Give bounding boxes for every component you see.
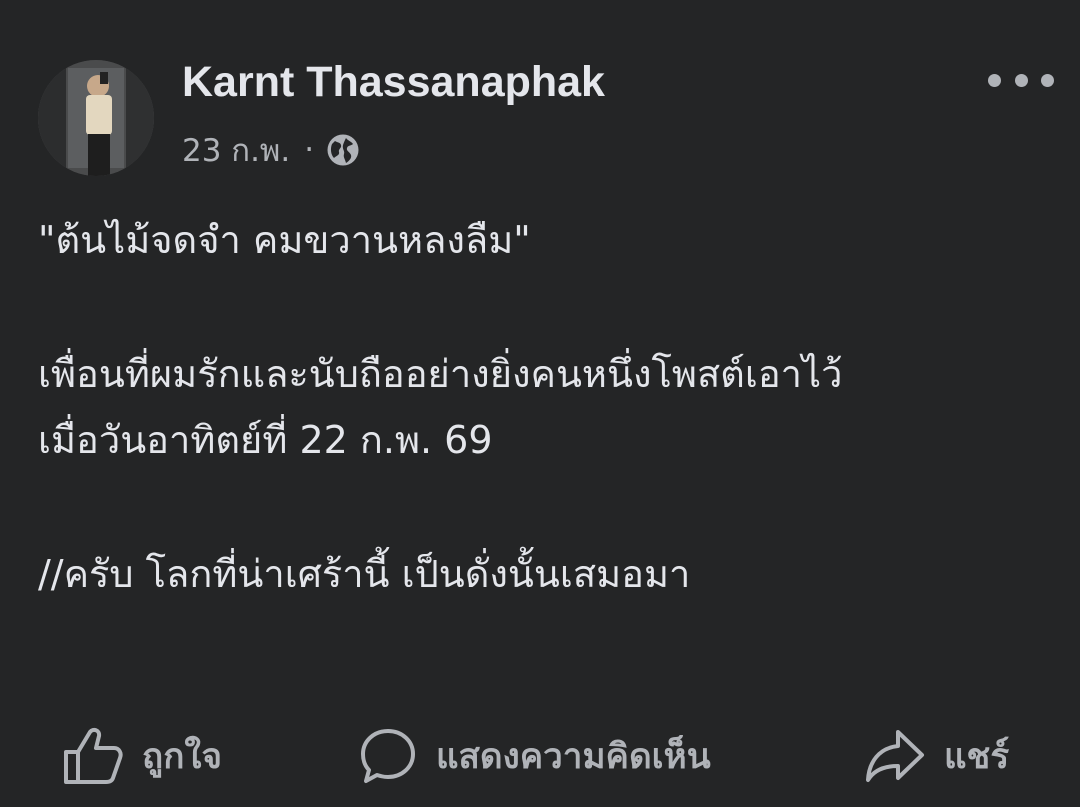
more-options-button[interactable] bbox=[988, 62, 1054, 98]
comment-label: แสดงความคิดเห็น bbox=[436, 736, 711, 777]
avatar-photo bbox=[38, 60, 154, 176]
comment-button[interactable]: แสดงความคิดเห็น bbox=[358, 716, 711, 796]
globe-icon bbox=[327, 134, 359, 166]
author-name[interactable]: Karnt Thassanaphak bbox=[182, 56, 605, 108]
avatar[interactable] bbox=[38, 60, 154, 176]
share-icon bbox=[866, 730, 924, 782]
like-label: ถูกใจ bbox=[142, 736, 222, 777]
post-timestamp[interactable]: 23 ก.พ. bbox=[182, 125, 290, 175]
post-text-line-3: เมื่อวันอาทิตย์ที่ 22 ก.พ. 69 bbox=[38, 418, 493, 462]
more-dot-icon bbox=[1014, 73, 1028, 87]
post-text-line-2: เพื่อนที่ผมรักและนับถืออย่างยิ่งคนหนึ่งโ… bbox=[38, 352, 843, 396]
thumbs-up-icon bbox=[64, 727, 123, 784]
like-button[interactable]: ถูกใจ bbox=[62, 716, 222, 796]
more-dot-icon bbox=[1041, 73, 1054, 87]
meta-separator: · bbox=[304, 132, 315, 168]
post-meta: 23 ก.พ. · bbox=[182, 128, 360, 172]
share-label: แชร์ bbox=[944, 736, 1010, 777]
share-button[interactable]: แชร์ bbox=[864, 716, 1009, 796]
post-text-line-4: //ครับ โลกที่น่าเศร้านี้ เป็นดั่งนั้นเสม… bbox=[38, 552, 691, 596]
post-text-line-1: "ต้นไม้จดจำ คมขวานหลงลืม" bbox=[38, 218, 531, 262]
action-bar: ถูกใจ แสดงความคิดเห็น แชร์ bbox=[0, 716, 1080, 796]
comment-icon bbox=[361, 729, 415, 783]
more-dot-icon bbox=[988, 73, 1001, 87]
